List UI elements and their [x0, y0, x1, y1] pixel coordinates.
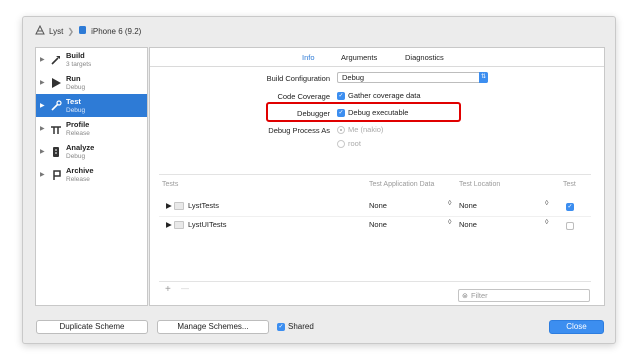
sidebar-item-profile[interactable]: ▶ Profile Release [36, 117, 147, 140]
filter-field[interactable]: ⊜ Filter [458, 289, 590, 302]
test-target-name: LystTests [188, 201, 219, 210]
popup-arrows-icon: ⇅ [479, 72, 488, 83]
scheme-icon [35, 24, 45, 37]
column-header-app-data[interactable]: Test Application Data [369, 181, 434, 188]
destination-name[interactable]: iPhone 6 (9.2) [91, 27, 141, 36]
sidebar-item-label: Archive [66, 165, 94, 175]
sidebar-item-sublabel: 3 targets [66, 60, 92, 68]
build-configuration-value: Debug [342, 73, 365, 82]
disclosure-icon[interactable]: ▶ [40, 148, 49, 155]
checkmark-icon[interactable]: ✓ [337, 108, 345, 117]
breadcrumb-separator-icon: ❯ [67, 26, 75, 36]
column-header-test[interactable]: Test [563, 181, 576, 188]
build-configuration-popup[interactable]: Debug ⇅ [337, 72, 488, 83]
checkmark-icon[interactable]: ✓ [566, 203, 574, 212]
tab-bar: Info Arguments Diagnostics [150, 48, 604, 67]
sidebar-item-label: Profile [66, 119, 90, 129]
column-header-location[interactable]: Test Location [459, 181, 500, 188]
checkmark-icon[interactable]: ✓ [337, 91, 345, 100]
scheme-breadcrumb: Lyst ❯ iPhone 6 (9.2) [23, 17, 615, 45]
close-button[interactable]: Close [549, 320, 604, 334]
popup-arrows-icon[interactable]: ◊ [448, 200, 451, 207]
archive-icon [49, 169, 63, 181]
code-coverage-text: Gather coverage data [348, 91, 421, 100]
sidebar-item-sublabel: Debug [66, 152, 86, 160]
duplicate-scheme-button[interactable]: Duplicate Scheme [36, 320, 148, 334]
debug-process-me-radio[interactable]: Me (nakio) [337, 125, 383, 134]
scheme-editor-window: Lyst ❯ iPhone 6 (9.2) ▶ Build 3 targets ▶… [22, 16, 616, 344]
profile-icon [49, 123, 63, 135]
app-data-value[interactable]: None [369, 201, 387, 210]
debugger-checkbox[interactable]: ✓ Debug executable [337, 108, 408, 117]
sidebar-item-label: Test [66, 96, 81, 106]
disclosure-icon[interactable]: ▶ [40, 171, 49, 178]
remove-button[interactable]: — [181, 284, 189, 293]
debug-process-me-text: Me (nakio) [348, 125, 384, 134]
radio-selected-icon[interactable] [337, 125, 345, 134]
sidebar-item-test[interactable]: ▶ Test Debug [36, 94, 147, 117]
filter-icon: ⊜ [462, 293, 468, 300]
sidebar-item-label: Run [66, 73, 81, 83]
test-enabled-checkbox[interactable] [566, 221, 574, 231]
disclosure-icon[interactable]: ▶ [40, 79, 49, 86]
sidebar-item-archive[interactable]: ▶ Archive Release [36, 163, 147, 186]
shared-label: Shared [288, 322, 314, 331]
code-coverage-label: Code Coverage [277, 92, 330, 101]
shared-checkbox[interactable]: ✓ Shared [277, 322, 314, 331]
play-icon [49, 77, 63, 89]
tab-arguments[interactable]: Arguments [341, 53, 377, 62]
folder-icon [174, 220, 184, 230]
sidebar-item-label: Build [66, 50, 85, 60]
debug-process-as-label: Debug Process As [268, 126, 330, 135]
sidebar-item-run[interactable]: ▶ Run Debug [36, 71, 147, 94]
manage-schemes-button[interactable]: Manage Schemes... [157, 320, 269, 334]
hammer-icon [49, 54, 63, 66]
radio-unselected-icon[interactable] [337, 139, 345, 148]
analyze-icon [49, 146, 63, 158]
popup-arrows-icon[interactable]: ◊ [448, 219, 451, 226]
disclosure-icon[interactable]: ▶ [40, 125, 49, 132]
scheme-name[interactable]: Lyst [49, 27, 63, 36]
add-button[interactable]: + [165, 284, 171, 295]
column-header-tests[interactable]: Tests [162, 181, 178, 188]
sidebar-item-analyze[interactable]: ▶ Analyze Debug [36, 140, 147, 163]
checkmark-icon[interactable]: ✓ [277, 322, 285, 331]
sidebar-item-sublabel: Release [66, 129, 90, 137]
tab-diagnostics[interactable]: Diagnostics [405, 53, 444, 62]
tests-table: Tests Test Application Data Test Locatio… [159, 174, 591, 277]
debug-process-root-radio[interactable]: root [337, 139, 361, 148]
disclosure-icon[interactable]: ▶ [166, 201, 172, 210]
device-icon [78, 25, 87, 37]
sidebar-item-sublabel: Debug [66, 83, 86, 91]
location-value[interactable]: None [459, 201, 477, 210]
table-row[interactable]: ▶ LystUITests None ◊ None ◊ [159, 216, 591, 232]
sidebar-item-label: Analyze [66, 142, 95, 152]
disclosure-icon[interactable]: ▶ [166, 220, 172, 229]
sidebar-item-build[interactable]: ▶ Build 3 targets [36, 48, 147, 71]
wrench-icon [49, 99, 63, 112]
disclosure-icon[interactable]: ▶ [40, 102, 49, 109]
scheme-action-list: ▶ Build 3 targets ▶ Run Debug ▶ Test Debug … [35, 47, 148, 306]
tab-info[interactable]: Info [302, 53, 315, 62]
code-coverage-checkbox[interactable]: ✓ Gather coverage data [337, 91, 421, 100]
filter-placeholder: Filter [471, 291, 488, 300]
sidebar-item-sublabel: Release [66, 175, 90, 183]
disclosure-icon[interactable]: ▶ [40, 56, 49, 63]
debugger-text: Debug executable [348, 108, 409, 117]
popup-arrows-icon[interactable]: ◊ [545, 219, 548, 226]
build-configuration-label: Build Configuration [266, 74, 330, 83]
popup-arrows-icon[interactable]: ◊ [545, 200, 548, 207]
location-value[interactable]: None [459, 220, 477, 229]
test-enabled-checkbox[interactable]: ✓ [566, 202, 574, 212]
folder-icon [174, 201, 184, 211]
debugger-label: Debugger [297, 109, 330, 118]
test-target-name: LystUITests [188, 220, 227, 229]
debug-process-root-text: root [348, 139, 361, 148]
app-data-value[interactable]: None [369, 220, 387, 229]
sidebar-item-sublabel: Debug [66, 106, 86, 114]
table-row[interactable]: ▶ LystTests None ◊ None ◊ ✓ [159, 198, 591, 214]
